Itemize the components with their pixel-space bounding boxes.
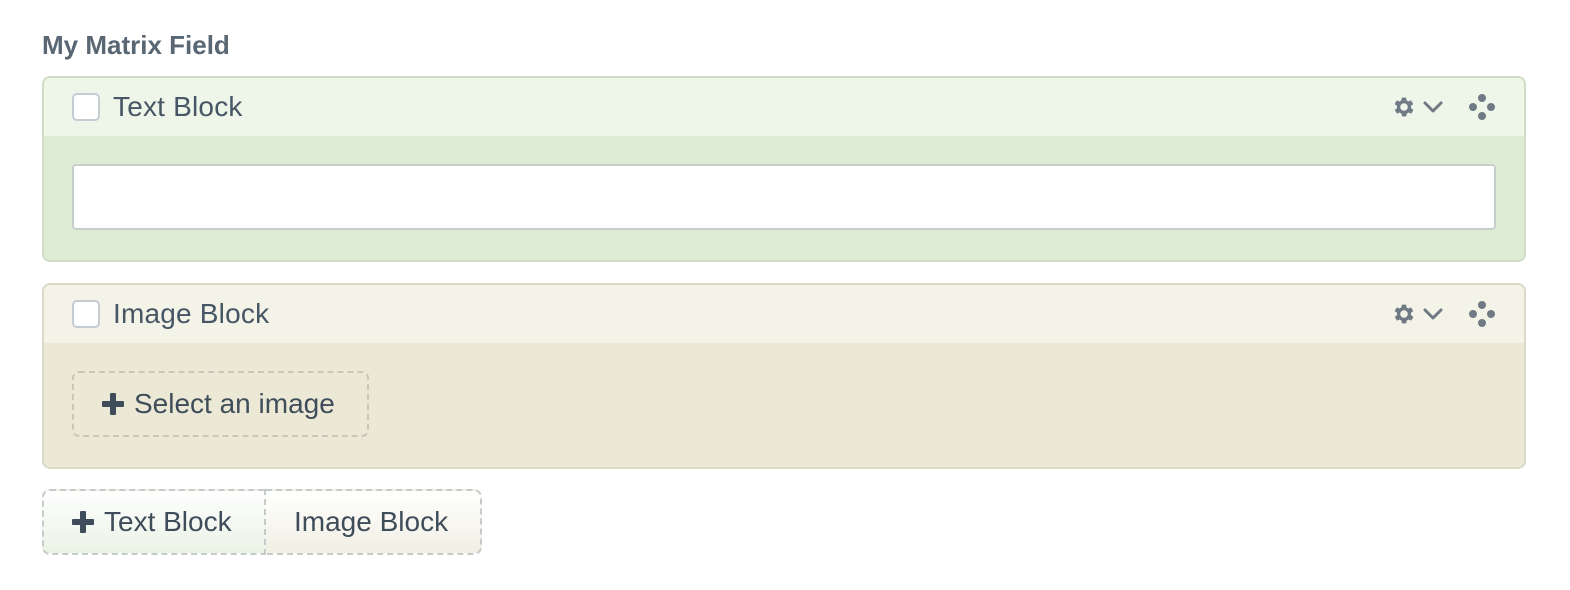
block-actions	[1391, 78, 1496, 136]
gear-icon[interactable]	[1391, 94, 1417, 120]
block-header: Text Block	[44, 78, 1524, 136]
gear-icon[interactable]	[1391, 301, 1417, 327]
chevron-down-icon[interactable]	[1422, 303, 1444, 325]
text-input[interactable]	[72, 164, 1496, 230]
chevron-down-icon[interactable]	[1422, 96, 1444, 118]
matrix-field: My Matrix Field Text Block Image Block S…	[42, 28, 1526, 555]
block-header: Image Block	[44, 285, 1524, 343]
select-image-label: Select an image	[134, 388, 335, 419]
block-title: Text Block	[113, 91, 243, 122]
select-image-button[interactable]: Select an image	[72, 371, 369, 437]
add-text-block-label: Text Block	[104, 506, 232, 537]
add-image-block-button[interactable]: Image Block	[266, 489, 482, 555]
image-block: Image Block Select an image	[42, 283, 1526, 469]
move-icon[interactable]	[1468, 93, 1496, 121]
text-block: Text Block	[42, 76, 1526, 262]
block-body: Select an image	[44, 343, 1524, 437]
add-image-block-label: Image Block	[294, 506, 449, 537]
plus-icon	[102, 393, 124, 415]
block-title: Image Block	[113, 298, 270, 329]
block-actions	[1391, 285, 1496, 343]
plus-icon	[72, 511, 94, 533]
add-text-block-button[interactable]: Text Block	[42, 489, 266, 555]
field-label: My Matrix Field	[42, 30, 230, 60]
block-select-checkbox[interactable]	[72, 93, 100, 121]
add-block-buttons: Text Block Image Block	[42, 489, 482, 555]
move-icon[interactable]	[1468, 300, 1496, 328]
block-body	[44, 136, 1524, 230]
block-select-checkbox[interactable]	[72, 300, 100, 328]
